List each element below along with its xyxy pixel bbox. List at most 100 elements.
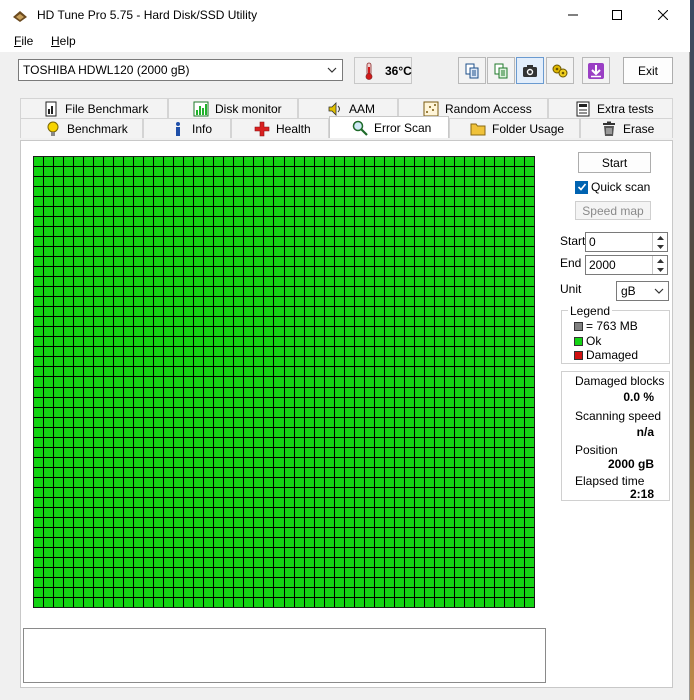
scan-block: [84, 597, 94, 607]
scan-block: [194, 287, 204, 297]
tab-info[interactable]: Info: [143, 118, 231, 138]
tab-aam[interactable]: AAM: [298, 98, 398, 118]
scan-block: [334, 597, 344, 607]
tab-health[interactable]: Health: [231, 118, 329, 138]
scan-block: [154, 277, 164, 287]
tab-folder-usage[interactable]: Folder Usage: [449, 118, 580, 138]
scan-block: [484, 247, 494, 257]
scan-block: [44, 417, 54, 427]
end-spinner[interactable]: 2000: [585, 255, 668, 275]
scan-block: [384, 167, 394, 177]
scan-log-area[interactable]: [23, 628, 546, 683]
tab-random-access[interactable]: Random Access: [398, 98, 548, 118]
scan-block: [514, 287, 524, 297]
scan-block: [264, 267, 274, 277]
scan-block: [424, 567, 434, 577]
tab-error-scan[interactable]: Error Scan: [329, 116, 449, 138]
scan-block: [144, 247, 154, 257]
scan-block: [254, 517, 264, 527]
speed-map-button[interactable]: Speed map: [575, 201, 651, 220]
scan-block: [374, 277, 384, 287]
maximize-button[interactable]: [594, 0, 640, 30]
scan-block: [244, 407, 254, 417]
drive-select[interactable]: TOSHIBA HDWL120 (2000 gB): [18, 59, 343, 81]
scan-block: [524, 557, 534, 567]
quick-scan-checkbox[interactable]: Quick scan: [575, 180, 650, 194]
scan-block: [294, 357, 304, 367]
scan-block: [184, 367, 194, 377]
start-scan-button[interactable]: Start: [578, 152, 651, 173]
scan-block: [404, 467, 414, 477]
start-spinner[interactable]: 0: [585, 232, 668, 252]
close-button[interactable]: [640, 0, 686, 30]
scan-block: [374, 317, 384, 327]
scan-block: [274, 287, 284, 297]
save-button[interactable]: [582, 57, 610, 84]
tab-benchmark[interactable]: Benchmark: [20, 118, 143, 138]
tab-disk-monitor[interactable]: Disk monitor: [168, 98, 298, 118]
scan-block: [184, 457, 194, 467]
scan-block: [424, 467, 434, 477]
scan-block: [304, 317, 314, 327]
scan-block: [214, 377, 224, 387]
scan-block: [124, 537, 134, 547]
scan-block: [434, 217, 444, 227]
scan-block: [244, 227, 254, 237]
exit-button[interactable]: Exit: [623, 57, 673, 84]
scan-block: [344, 357, 354, 367]
scan-block: [94, 317, 104, 327]
scan-block: [494, 527, 504, 537]
menu-help[interactable]: Help: [51, 34, 76, 48]
scan-block: [334, 237, 344, 247]
spin-down-icon[interactable]: [653, 242, 667, 251]
scan-block: [134, 297, 144, 307]
scan-block: [64, 427, 74, 437]
scan-block: [224, 567, 234, 577]
spin-down-icon[interactable]: [653, 265, 667, 274]
elapsed-time-label: Elapsed time: [575, 474, 645, 488]
scan-block: [344, 187, 354, 197]
copy-all-button[interactable]: [487, 57, 515, 84]
scan-block: [114, 237, 124, 247]
menu-file[interactable]: File: [14, 34, 33, 48]
minimize-button[interactable]: [550, 0, 596, 30]
tab-erase[interactable]: Erase: [580, 118, 673, 138]
spin-up-icon[interactable]: [653, 256, 667, 265]
scan-block: [134, 407, 144, 417]
title-bar[interactable]: HD Tune Pro 5.75 - Hard Disk/SSD Utility: [0, 0, 690, 32]
scan-block: [404, 217, 414, 227]
scan-block: [394, 297, 404, 307]
scan-block: [154, 357, 164, 367]
scan-block: [254, 197, 264, 207]
scan-block: [354, 297, 364, 307]
scan-block: [394, 157, 404, 167]
scan-block: [524, 177, 534, 187]
scan-block: [414, 217, 424, 227]
scan-block: [374, 227, 384, 237]
scan-block: [374, 567, 384, 577]
scan-block: [314, 177, 324, 187]
scan-block: [254, 157, 264, 167]
screenshot-button[interactable]: [516, 57, 544, 84]
scan-block: [514, 387, 524, 397]
tab-file-benchmark[interactable]: File Benchmark: [20, 98, 168, 118]
scan-block: [404, 567, 414, 577]
scan-block: [414, 597, 424, 607]
scan-block: [444, 267, 454, 277]
scan-block: [434, 197, 444, 207]
scan-block: [254, 247, 264, 257]
scan-block: [364, 407, 374, 417]
scan-block: [354, 377, 364, 387]
scan-block: [84, 327, 94, 337]
scan-block: [214, 507, 224, 517]
copy-button[interactable]: [458, 57, 486, 84]
scan-block: [294, 457, 304, 467]
unit-select[interactable]: gB: [616, 281, 669, 301]
options-button[interactable]: [546, 57, 574, 84]
spin-up-icon[interactable]: [653, 233, 667, 242]
scan-block: [204, 157, 214, 167]
tab-extra-tests[interactable]: Extra tests: [548, 98, 673, 118]
scan-block: [94, 257, 104, 267]
scan-block: [164, 377, 174, 387]
scan-block: [184, 547, 194, 557]
